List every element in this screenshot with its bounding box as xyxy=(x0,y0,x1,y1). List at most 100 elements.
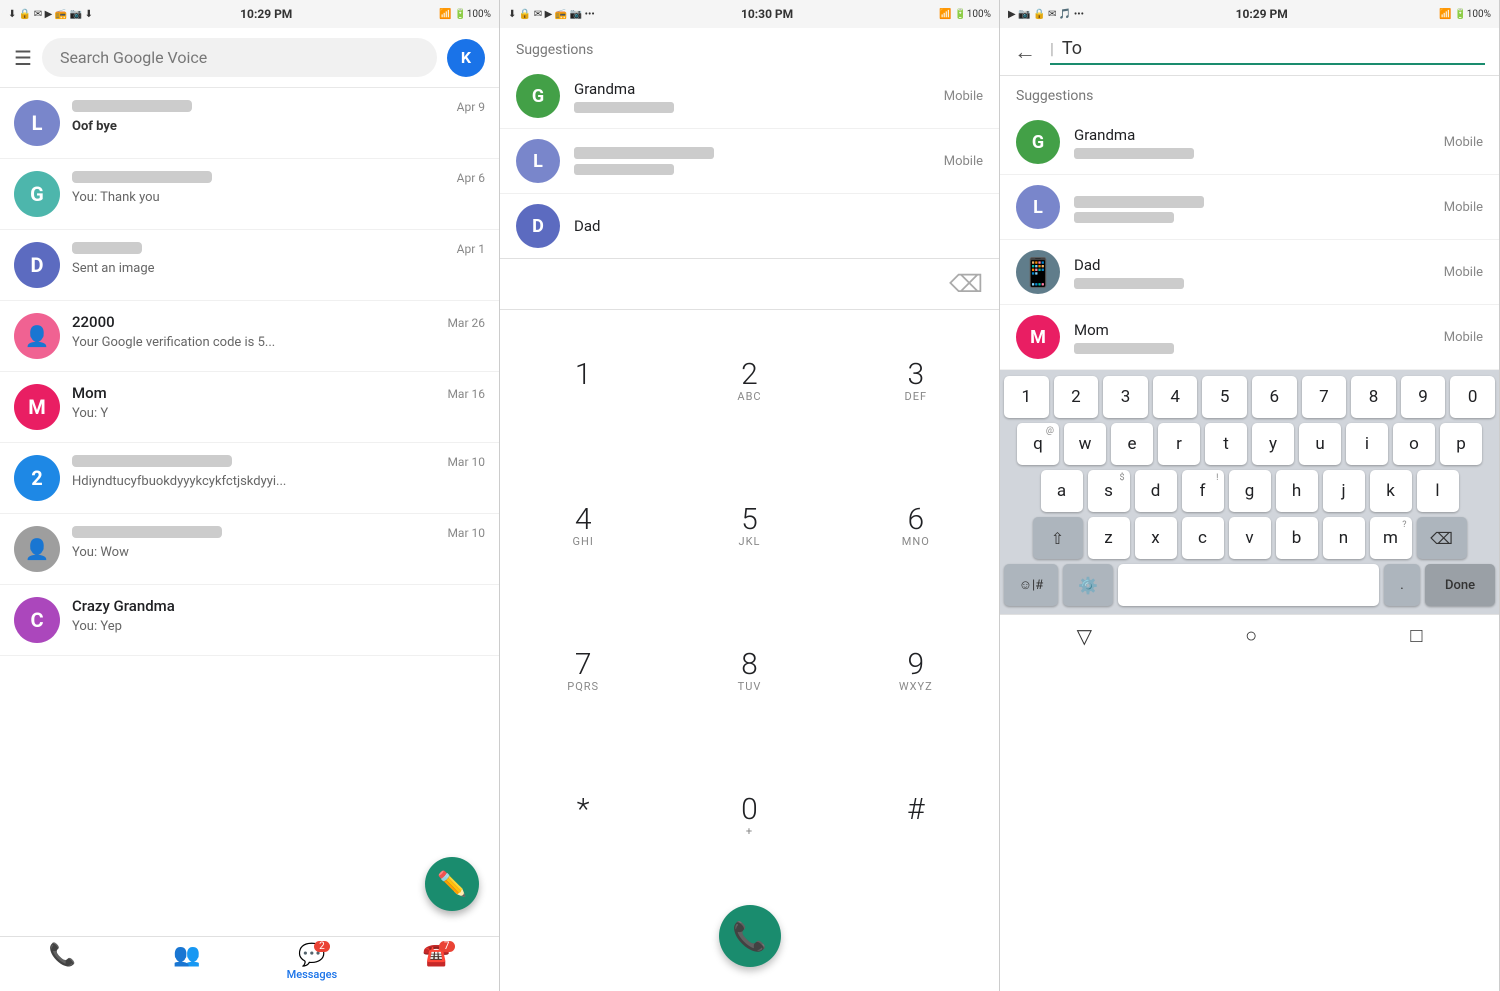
p3-sugg-info-dad: Dad xyxy=(1074,256,1444,289)
conv-body-wow: Mar 10 You: Wow xyxy=(72,526,485,560)
conv-date-mom: Mar 16 xyxy=(447,387,485,401)
kb-key-v[interactable]: v xyxy=(1229,517,1271,559)
conv-item-mom[interactable]: M Mom Mar 16 You: Y xyxy=(0,372,499,443)
nav-voicemail[interactable]: ☎️ 7 xyxy=(374,943,499,981)
kb-key-f[interactable]: !f xyxy=(1182,470,1224,512)
dial-key-2[interactable]: 2ABC xyxy=(666,310,832,455)
conv-item-image[interactable]: D Apr 1 Sent an image xyxy=(0,230,499,301)
kb-key-9[interactable]: 9 xyxy=(1401,376,1446,418)
p3-sugg-L[interactable]: L Mobile xyxy=(1000,175,1499,240)
conv-name-22000: 22000 xyxy=(72,313,115,331)
backspace-icon[interactable]: ⌫ xyxy=(949,270,983,298)
kb-key-m[interactable]: ?m xyxy=(1370,517,1412,559)
status-icons-left-p2: ⬇ 🔒 ✉ ▶ 📻 📷 ••• xyxy=(508,9,595,20)
kb-key-o[interactable]: o xyxy=(1393,423,1435,465)
nav-contacts[interactable]: 👥 xyxy=(125,943,250,981)
conv-preview-crazy-grandma: You: Yep xyxy=(72,619,122,634)
dial-key-star[interactable]: * xyxy=(500,744,666,889)
conv-item-hdiyn[interactable]: 2 Mar 10 Hdiyndtucyfbuokdyyykcykfctjskdy… xyxy=(0,443,499,514)
hamburger-icon[interactable]: ☰ xyxy=(14,46,32,70)
conv-item-oof-bye[interactable]: L Apr 9 Oof bye xyxy=(0,88,499,159)
panel-messages: ⬇ 🔒 ✉ ▶ 📻 📷 ⬇ 10:29 PM 📶 🔋100% ☰ Search … xyxy=(0,0,500,991)
p3-sugg-dad[interactable]: 📱 Dad Mobile xyxy=(1000,240,1499,305)
kb-key-x[interactable]: x xyxy=(1135,517,1177,559)
kb-key-d[interactable]: d xyxy=(1135,470,1177,512)
dial-key-0[interactable]: 0+ xyxy=(666,744,832,889)
search-box[interactable]: Search Google Voice xyxy=(42,38,437,77)
dial-key-4[interactable]: 4GHI xyxy=(500,455,666,600)
back-arrow-icon[interactable]: ← xyxy=(1014,39,1036,65)
status-icons-left: ⬇ 🔒 ✉ ▶ 📻 📷 ⬇ xyxy=(8,9,93,20)
dial-key-8[interactable]: 8TUV xyxy=(666,600,832,745)
kb-key-4[interactable]: 4 xyxy=(1153,376,1198,418)
dialer-sugg-dad[interactable]: D Dad xyxy=(500,194,999,258)
nav-calls[interactable]: 📞 xyxy=(0,943,125,981)
kb-key-e[interactable]: e xyxy=(1111,423,1153,465)
kb-key-z[interactable]: z xyxy=(1088,517,1130,559)
kb-key-5[interactable]: 5 xyxy=(1202,376,1247,418)
kb-space-key[interactable] xyxy=(1118,564,1379,606)
kb-key-w[interactable]: w xyxy=(1064,423,1106,465)
conv-item-thankyou[interactable]: G Apr 6 You: Thank you xyxy=(0,159,499,230)
dialer-sugg-L[interactable]: L Mobile xyxy=(500,129,999,194)
dial-key-hash[interactable]: # xyxy=(833,744,999,889)
kb-backspace-key[interactable]: ⌫ xyxy=(1417,517,1467,559)
kb-key-h[interactable]: h xyxy=(1276,470,1318,512)
kb-key-p[interactable]: p xyxy=(1440,423,1482,465)
kb-shift-key[interactable]: ⇧ xyxy=(1033,517,1083,559)
kb-key-q[interactable]: @q xyxy=(1017,423,1059,465)
status-time-p1: 10:29 PM xyxy=(240,7,292,21)
conv-item-crazy-grandma[interactable]: C Crazy Grandma You: Yep xyxy=(0,585,499,656)
kb-key-3[interactable]: 3 xyxy=(1103,376,1148,418)
dial-key-3[interactable]: 3DEF xyxy=(833,310,999,455)
p3-sugg-grandma[interactable]: G Grandma Mobile xyxy=(1000,110,1499,175)
dial-key-6[interactable]: 6MNO xyxy=(833,455,999,600)
kb-key-j[interactable]: j xyxy=(1323,470,1365,512)
kb-key-i[interactable]: i xyxy=(1346,423,1388,465)
status-icons-right-p3: 📶 🔋100% xyxy=(1439,9,1491,20)
conv-body-crazy-grandma: Crazy Grandma You: Yep xyxy=(72,597,485,634)
kb-key-l[interactable]: l xyxy=(1417,470,1459,512)
kb-key-1[interactable]: 1 xyxy=(1004,376,1049,418)
status-time-p3: 10:29 PM xyxy=(1236,7,1288,21)
kb-key-0[interactable]: 0 xyxy=(1450,376,1495,418)
kb-period-key[interactable]: . xyxy=(1384,564,1420,606)
kb-settings-key[interactable]: ⚙️ xyxy=(1063,564,1113,606)
keyboard-bottom-row: ☺|# ⚙️ . Done xyxy=(1004,564,1495,606)
dial-key-5[interactable]: 5JKL xyxy=(666,455,832,600)
conv-item-22000[interactable]: 👤 22000 Mar 26 Your Google verification … xyxy=(0,301,499,372)
p3-sugg-mom[interactable]: M Mom Mobile xyxy=(1000,305,1499,370)
dial-key-9[interactable]: 9WXYZ xyxy=(833,600,999,745)
status-bar-p1: ⬇ 🔒 ✉ ▶ 📻 📷 ⬇ 10:29 PM 📶 🔋100% xyxy=(0,0,499,28)
kb-key-b[interactable]: b xyxy=(1276,517,1318,559)
kb-key-n[interactable]: n xyxy=(1323,517,1365,559)
kb-emoji-key[interactable]: ☺|# xyxy=(1004,564,1058,606)
android-back-btn[interactable]: ▽ xyxy=(1077,624,1092,648)
kb-key-8[interactable]: 8 xyxy=(1351,376,1396,418)
compose-fab[interactable]: ✏️ xyxy=(425,857,479,911)
dial-key-7[interactable]: 7PQRS xyxy=(500,600,666,745)
kb-key-g[interactable]: g xyxy=(1229,470,1271,512)
kb-key-6[interactable]: 6 xyxy=(1252,376,1297,418)
kb-key-r[interactable]: r xyxy=(1158,423,1200,465)
kb-key-s[interactable]: $s xyxy=(1088,470,1130,512)
kb-key-7[interactable]: 7 xyxy=(1302,376,1347,418)
kb-key-c[interactable]: c xyxy=(1182,517,1224,559)
conv-item-wow[interactable]: 👤 Mar 10 You: Wow xyxy=(0,514,499,585)
call-button[interactable]: 📞 xyxy=(719,905,781,967)
dialer-sugg-info-grandma: Grandma xyxy=(574,80,944,113)
kb-key-k[interactable]: k xyxy=(1370,470,1412,512)
user-avatar-k[interactable]: K xyxy=(447,39,485,77)
kb-key-y[interactable]: y xyxy=(1252,423,1294,465)
kb-key-t[interactable]: t xyxy=(1205,423,1247,465)
kb-key-u[interactable]: u xyxy=(1299,423,1341,465)
android-recents-btn[interactable]: □ xyxy=(1410,623,1422,648)
kb-done-key[interactable]: Done xyxy=(1425,564,1495,606)
kb-key-2[interactable]: 2 xyxy=(1054,376,1099,418)
dialer-sugg-grandma[interactable]: G Grandma Mobile xyxy=(500,64,999,129)
dial-key-1[interactable]: 1 xyxy=(500,310,666,455)
nav-messages[interactable]: 💬 2 Messages xyxy=(250,943,375,981)
to-field-value[interactable]: To xyxy=(1062,38,1082,59)
kb-key-a[interactable]: a xyxy=(1041,470,1083,512)
android-home-btn[interactable]: ○ xyxy=(1245,623,1257,648)
